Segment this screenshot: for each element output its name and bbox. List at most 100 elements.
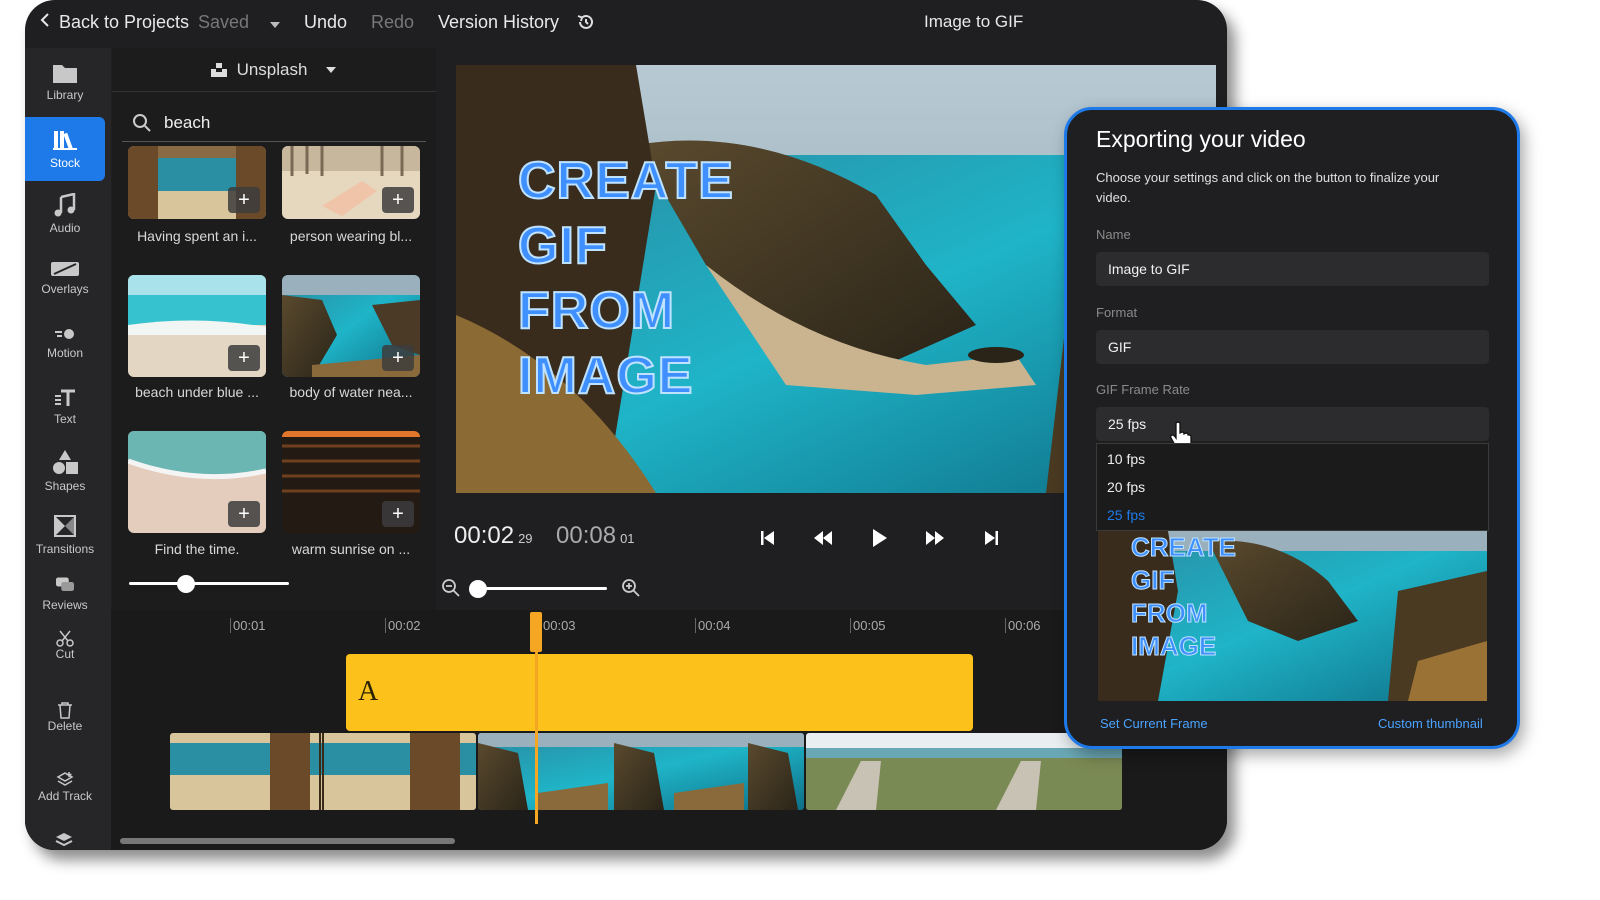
stock-thumbnail[interactable]: +	[128, 146, 266, 219]
name-field[interactable]: Image to GIF	[1096, 252, 1489, 286]
sidebar-item-library[interactable]: Library	[25, 50, 105, 114]
overlay-line: IMAGE	[517, 346, 694, 406]
video-clip[interactable]	[806, 733, 1122, 810]
timeline-toolbar: Cut Delete Add Track	[25, 610, 111, 850]
custom-thumbnail-link[interactable]: Custom thumbnail	[1378, 716, 1483, 731]
chevron-left-icon[interactable]	[39, 12, 51, 33]
delete-button[interactable]: Delete	[25, 686, 105, 748]
history-icon[interactable]	[576, 12, 596, 37]
text-icon	[55, 389, 75, 406]
sidebar-item-shapes[interactable]: Shapes	[25, 439, 105, 503]
sidebar-item-audio[interactable]: Audio	[25, 182, 105, 246]
layers-icon[interactable]	[55, 832, 73, 850]
thumbnail-text: CREATE GIF FROM IMAGE	[1131, 531, 1237, 663]
source-selector[interactable]: Unsplash	[112, 48, 436, 92]
add-track-button[interactable]: Add Track	[25, 756, 105, 818]
timeline-zoom-slider[interactable]	[476, 587, 607, 590]
result-caption: Having spent an i...	[137, 228, 257, 244]
ruler-tick: 00:04	[695, 618, 731, 633]
play-icon	[873, 529, 887, 547]
search-input[interactable]	[164, 112, 404, 133]
redo-button[interactable]: Redo	[371, 12, 414, 33]
timeline-scrollbar[interactable]	[120, 838, 455, 844]
playhead[interactable]	[535, 612, 538, 824]
ruler-tick: 00:01	[230, 618, 266, 633]
thumbnail-size-slider[interactable]	[129, 582, 289, 585]
total-time: 00:08 01	[556, 522, 635, 550]
set-current-frame-link[interactable]: Set Current Frame	[1100, 716, 1208, 731]
rewind-button[interactable]	[811, 526, 835, 550]
sidebar-item-transitions[interactable]: Transitions	[25, 503, 105, 567]
result-caption: person wearing bl...	[289, 228, 413, 244]
video-clip[interactable]	[170, 733, 476, 810]
stock-thumbnail[interactable]: +	[282, 431, 420, 533]
motion-icon	[55, 329, 74, 339]
thumbnail-line: FROM	[1131, 598, 1209, 629]
sidebar-item-label: Text	[53, 412, 76, 426]
stock-thumbnail[interactable]: +	[282, 146, 420, 219]
cut-button[interactable]: Cut	[25, 614, 105, 676]
thumbnail-line: CREATE	[1131, 532, 1237, 563]
thumbnail-preview: CREATE GIF FROM IMAGE	[1098, 531, 1487, 701]
add-to-project-button[interactable]: +	[382, 501, 414, 527]
frame-rate-option-selected[interactable]: 25 fps	[1107, 507, 1145, 523]
frame-rate-option[interactable]: 10 fps	[1107, 451, 1145, 467]
frame-rate-select[interactable]: 25 fps	[1096, 407, 1489, 441]
undo-button[interactable]: Undo	[304, 12, 347, 33]
skip-forward-icon	[985, 531, 998, 545]
stock-thumbnail[interactable]: +	[128, 431, 266, 533]
add-to-project-button[interactable]: +	[228, 345, 260, 371]
stock-icon	[53, 131, 77, 151]
frame-rate-value: 25 fps	[1108, 416, 1147, 432]
fast-forward-button[interactable]	[923, 526, 947, 550]
slider-handle[interactable]	[177, 575, 195, 593]
add-to-project-button[interactable]: +	[382, 345, 414, 371]
sidebar-item-label: Transitions	[35, 542, 95, 556]
text-clip[interactable]: A	[346, 654, 973, 731]
add-to-project-button[interactable]: +	[228, 187, 260, 213]
sidebar-item-overlays[interactable]: Overlays	[25, 246, 105, 310]
tool-label: Add Track	[37, 789, 93, 803]
sidebar-item-label: Stock	[49, 156, 80, 170]
zoom-out-icon[interactable]	[441, 578, 461, 603]
caret-down-icon[interactable]	[269, 14, 281, 35]
result-caption: warm sunrise on ...	[291, 541, 411, 557]
source-label: Unsplash	[236, 59, 308, 79]
back-to-projects-link[interactable]: Back to Projects	[59, 12, 189, 33]
folder-icon	[53, 65, 77, 83]
format-label: Format	[1096, 305, 1138, 320]
sidebar-item-motion[interactable]: Motion	[25, 311, 105, 375]
overlay-line: CREATE	[517, 151, 734, 211]
project-title: Image to GIF	[924, 12, 1024, 31]
add-to-project-button[interactable]: +	[228, 501, 260, 527]
sidebar-item-label: Audio	[49, 221, 81, 235]
ruler-tick: 00:02	[385, 618, 421, 633]
add-to-project-button[interactable]: +	[382, 187, 414, 213]
play-button[interactable]	[867, 526, 891, 550]
name-label: Name	[1096, 227, 1131, 242]
frame-rate-option[interactable]: 20 fps	[1107, 479, 1145, 495]
editor-window: Back to Projects Saved Undo Redo Version…	[25, 0, 1227, 850]
format-select[interactable]: GIF	[1096, 330, 1489, 364]
overlay-text[interactable]: CREATE GIF FROM IMAGE	[517, 149, 734, 409]
tool-label: Delete	[47, 719, 83, 733]
zoom-slider-handle[interactable]	[469, 580, 487, 598]
stock-thumbnail[interactable]: +	[128, 275, 266, 377]
sidebar-item-text[interactable]: Text	[25, 375, 105, 439]
version-history-button[interactable]: Version History	[438, 12, 559, 33]
result-caption: Find the time.	[154, 541, 240, 557]
thumbnail-line: IMAGE	[1131, 631, 1217, 662]
stock-thumbnail[interactable]: +	[282, 275, 420, 377]
sidebar-item-reviews[interactable]: Reviews	[25, 568, 105, 612]
video-clip[interactable]	[478, 733, 804, 810]
skip-end-button[interactable]	[979, 526, 1003, 550]
result-caption: body of water nea...	[289, 384, 413, 400]
rewind-icon	[814, 531, 832, 545]
skip-start-button[interactable]	[756, 526, 780, 550]
zoom-in-icon[interactable]	[621, 578, 641, 603]
sidebar-item-stock[interactable]: Stock	[25, 117, 105, 181]
export-dialog: Exporting your video Choose your setting…	[1064, 107, 1520, 749]
scissors-icon	[56, 630, 74, 647]
ruler-tick: 00:03	[540, 618, 576, 633]
saved-status: Saved	[198, 12, 250, 32]
